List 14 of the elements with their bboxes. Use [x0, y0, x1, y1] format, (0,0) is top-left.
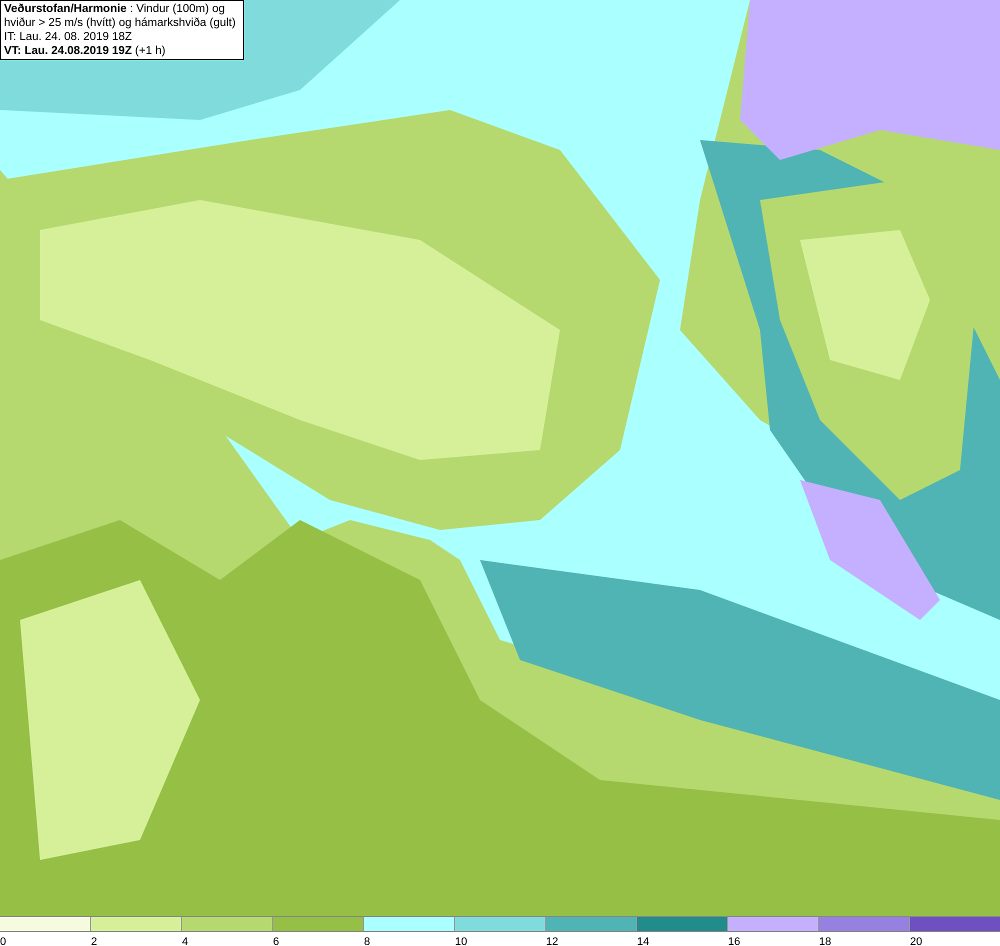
- map-title: Veðurstofan/Harmonie : Vindur (100m) og hviður > 25 m/s (hvítt) og hámarkshviða (gult): [4, 2, 237, 30]
- scale-label: 2: [91, 935, 98, 946]
- scale-label: 16: [728, 935, 740, 946]
- issue-time: IT: Lau. 24. 08. 2019 18Z: [4, 30, 133, 44]
- scale-label: 8: [364, 935, 370, 946]
- valid-time: VT: Lau. 24.08.2019 19Z (+1 h): [4, 44, 166, 58]
- scale-label: 0: [0, 935, 6, 946]
- scale-label: 4: [182, 935, 188, 946]
- scale-label: 12: [546, 935, 558, 946]
- scale-label: 18: [819, 935, 832, 946]
- scale-label: 10: [455, 935, 468, 946]
- scale-label: 6: [273, 935, 280, 946]
- scale-label: 20: [910, 935, 922, 946]
- scale-label: 14: [637, 935, 650, 946]
